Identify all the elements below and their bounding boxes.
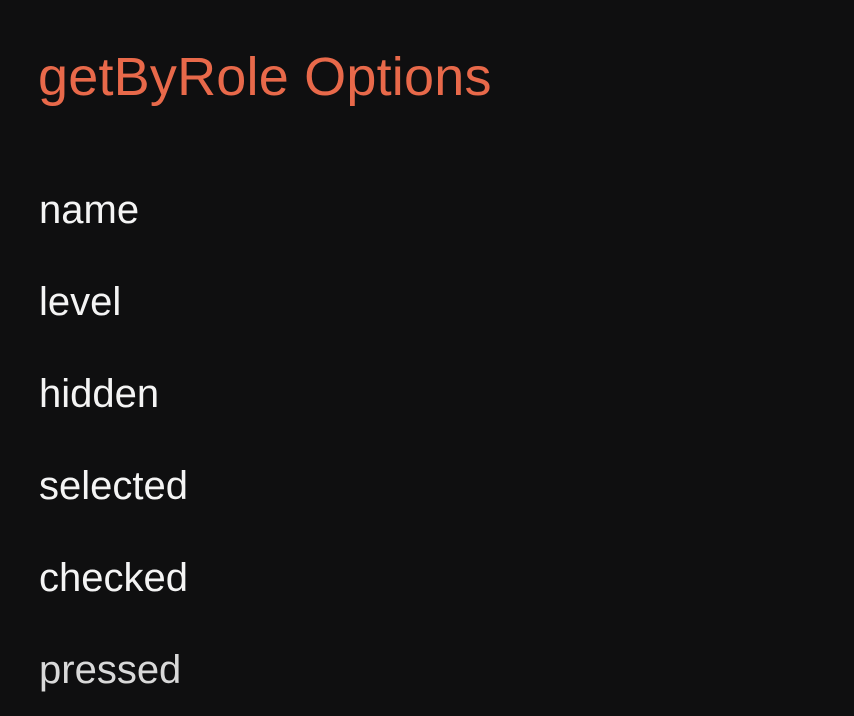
- option-checked: checked: [39, 556, 188, 600]
- slide: getByRole Options name level hidden sele…: [0, 0, 854, 716]
- slide-title: getByRole Options: [38, 47, 492, 107]
- option-selected: selected: [39, 464, 188, 508]
- option-hidden: hidden: [39, 372, 160, 416]
- option-pressed: pressed: [39, 648, 182, 692]
- option-level: level: [39, 280, 122, 324]
- option-name: name: [39, 188, 140, 232]
